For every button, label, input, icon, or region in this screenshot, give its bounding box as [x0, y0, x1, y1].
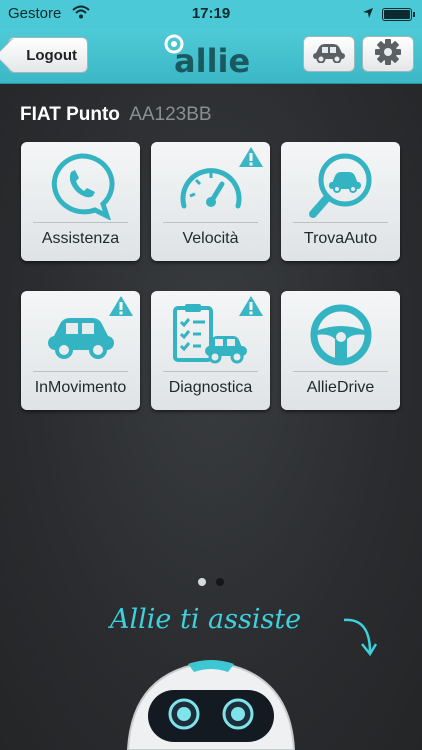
tile-divider	[293, 222, 388, 223]
status-bar: Gestore 17:19	[0, 0, 422, 28]
allie-logo: allie	[160, 34, 264, 80]
tile-divider	[293, 371, 388, 372]
tile-alliedrive[interactable]: AllieDrive	[281, 291, 400, 410]
tile-velocita[interactable]: Velocità	[151, 142, 270, 261]
tile-label: TrovaAuto	[303, 230, 378, 247]
logo-text: allie	[174, 42, 250, 78]
tile-assistenza[interactable]: Assistenza	[21, 142, 140, 261]
main-content: FIAT Punto AA123BB Assistenza Velocità T…	[0, 84, 422, 750]
warning-icon	[238, 146, 264, 173]
vehicle-plate: AA123BB	[129, 104, 212, 125]
vehicle-header: FIAT Punto AA123BB	[20, 104, 212, 126]
car-search-icon	[281, 150, 400, 222]
steering-wheel-icon	[281, 299, 400, 371]
page-dot-1[interactable]	[198, 578, 206, 586]
page-indicator[interactable]	[0, 578, 422, 586]
allie-robot[interactable]	[118, 654, 304, 750]
clock: 17:19	[191, 5, 231, 22]
tile-trovaauto[interactable]: TrovaAuto	[281, 142, 400, 261]
tile-label: InMovimento	[34, 379, 127, 396]
car-button[interactable]	[303, 36, 355, 72]
warning-icon	[238, 295, 264, 322]
tile-divider	[33, 371, 128, 372]
tile-label: Diagnostica	[168, 379, 253, 396]
car-icon	[311, 41, 347, 68]
logout-label: Logout	[26, 46, 77, 64]
tagline: Allie ti assiste	[110, 604, 302, 635]
tile-label: AllieDrive	[306, 379, 375, 396]
tile-divider	[33, 222, 128, 223]
page-dot-2[interactable]	[216, 578, 224, 586]
logout-button[interactable]: Logout	[8, 37, 88, 73]
vehicle-model: FIAT Punto	[20, 104, 120, 125]
tile-diagnostica[interactable]: Diagnostica	[151, 291, 270, 410]
curved-arrow-icon	[340, 614, 380, 665]
location-icon	[362, 6, 374, 23]
battery-icon	[382, 8, 415, 21]
warning-icon	[108, 295, 134, 322]
tile-divider	[163, 371, 258, 372]
tile-label: Velocità	[182, 230, 239, 247]
settings-button[interactable]	[362, 36, 414, 72]
tile-label: Assistenza	[41, 230, 120, 247]
tile-divider	[163, 222, 258, 223]
phone-chat-icon	[21, 150, 140, 222]
tile-inmovimento[interactable]: InMovimento	[21, 291, 140, 410]
gear-icon	[374, 38, 402, 71]
nav-bar: Logout allie	[0, 28, 422, 84]
